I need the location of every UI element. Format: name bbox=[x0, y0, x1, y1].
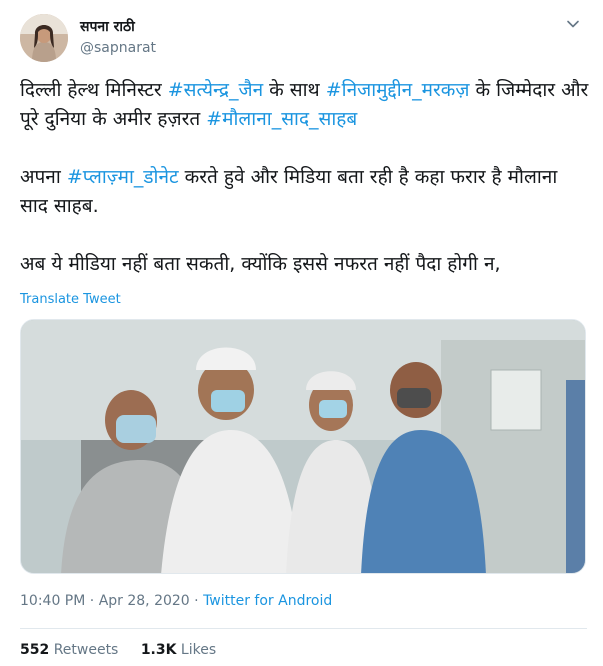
meta-separator: · bbox=[85, 593, 99, 609]
tweet-paragraph: अब ये मीडिया नहीं बता सकती, क्योंकि इससे… bbox=[20, 250, 590, 279]
tweet-header: सपना राठी @sapnarat bbox=[20, 14, 587, 64]
hashtag-link[interactable]: #मौलाना_साद_साहब bbox=[206, 108, 357, 130]
text-segment: दिल्ली हेल्थ मिनिस्टर bbox=[20, 79, 168, 101]
retweets-label: Retweets bbox=[53, 642, 119, 658]
tweet-photo[interactable] bbox=[20, 319, 586, 574]
tweet-time[interactable]: 10:40 PM bbox=[20, 593, 85, 609]
tweet-card: सपना राठी @sapnarat दिल्ली हेल्थ मिनिस्ट… bbox=[0, 0, 603, 666]
text-segment: अब ये मीडिया नहीं बता सकती, क्योंकि इससे… bbox=[20, 253, 501, 275]
tweet-date[interactable]: Apr 28, 2020 bbox=[99, 593, 190, 609]
username-handle[interactable]: @sapnarat bbox=[80, 40, 156, 56]
retweets-stat[interactable]: 552 Retweets bbox=[20, 642, 118, 658]
tweet-text: दिल्ली हेल्थ मिनिस्टर #सत्येन्द्र_जैन के… bbox=[20, 76, 590, 279]
chevron-down-icon[interactable] bbox=[565, 16, 581, 32]
meta-separator: · bbox=[189, 593, 204, 609]
divider bbox=[20, 628, 587, 629]
likes-count: 1.3K bbox=[140, 642, 177, 658]
likes-stat[interactable]: 1.3K Likes bbox=[141, 642, 216, 658]
hashtag-link[interactable]: #निजामुद्दीन_मरकज़ bbox=[326, 79, 470, 101]
hashtag-link[interactable]: #सत्येन्द्र_जैन bbox=[168, 79, 263, 101]
engagement-stats: 552 Retweets 1.3K Likes bbox=[20, 642, 234, 658]
tweet-source-link[interactable]: Twitter for Android bbox=[203, 593, 332, 609]
text-segment: के साथ bbox=[263, 79, 326, 101]
retweets-count: 552 bbox=[20, 642, 50, 658]
avatar[interactable] bbox=[20, 14, 68, 62]
text-segment: अपना bbox=[20, 166, 67, 188]
hashtag-link[interactable]: #प्लाज़्मा_डोनेट bbox=[67, 166, 179, 188]
tweet-paragraph: अपना #प्लाज़्मा_डोनेट करते हुवे और मिडिय… bbox=[20, 163, 590, 221]
display-name[interactable]: सपना राठी bbox=[80, 17, 135, 36]
translate-tweet-link[interactable]: Translate Tweet bbox=[20, 292, 121, 307]
tweet-meta: 10:40 PM · Apr 28, 2020 · Twitter for An… bbox=[20, 593, 332, 609]
likes-label: Likes bbox=[180, 642, 217, 658]
tweet-paragraph: दिल्ली हेल्थ मिनिस्टर #सत्येन्द्र_जैन के… bbox=[20, 76, 590, 134]
